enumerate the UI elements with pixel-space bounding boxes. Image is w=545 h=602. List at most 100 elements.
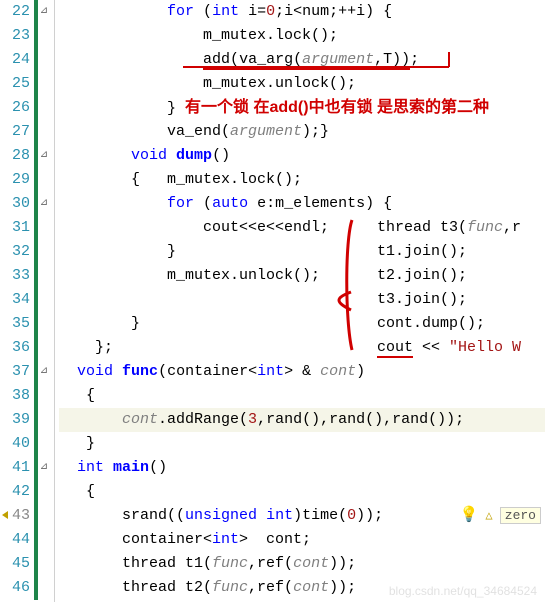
fold-marker	[34, 216, 50, 240]
code-line[interactable]: cout<<e<<endl; thread t3(func,r	[59, 216, 545, 240]
code-line[interactable]: m_mutex.lock();	[59, 24, 545, 48]
fold-marker[interactable]: ⊿	[34, 192, 50, 216]
code-line[interactable]: for (int i=0;i<num;++i) {	[59, 0, 545, 24]
gutter-row: 40	[0, 432, 50, 456]
gutter-row: 38	[0, 384, 50, 408]
line-number: 39	[0, 408, 34, 432]
code-line[interactable]: int main()	[59, 456, 545, 480]
fold-marker	[34, 168, 50, 192]
gutter-row: 37⊿	[0, 360, 50, 384]
line-number: 42	[0, 480, 34, 504]
code-line[interactable]: {	[59, 480, 545, 504]
fold-marker	[34, 552, 50, 576]
fold-marker	[34, 288, 50, 312]
code-line[interactable]: m_mutex.unlock();	[59, 72, 545, 96]
gutter-row: 44	[0, 528, 50, 552]
gutter-row: 33	[0, 264, 50, 288]
gutter-row: 34	[0, 288, 50, 312]
line-number: 38	[0, 384, 34, 408]
fold-marker	[34, 312, 50, 336]
gutter-row: 42	[0, 480, 50, 504]
fold-marker	[34, 24, 50, 48]
code-line[interactable]: }; cout << "Hello W	[59, 336, 545, 360]
code-editor: 22⊿232425262728⊿2930⊿31323334353637⊿3839…	[0, 0, 545, 602]
overlay-snippet: t3.join();	[359, 288, 467, 312]
code-line[interactable]: thread t1(func,ref(cont));	[59, 552, 545, 576]
fold-marker	[34, 96, 50, 120]
fold-marker[interactable]: ⊿	[34, 360, 50, 384]
gutter-row: 36	[0, 336, 50, 360]
fold-marker	[34, 528, 50, 552]
gutter-row: 41⊿	[0, 456, 50, 480]
fold-marker	[34, 120, 50, 144]
code-line[interactable]: }	[59, 432, 545, 456]
line-number: 22	[0, 0, 34, 24]
warning-text: zero	[500, 507, 541, 524]
code-line[interactable]: add(va_arg(argument,T));	[59, 48, 545, 72]
line-number: 46	[0, 576, 34, 600]
fold-marker	[34, 480, 50, 504]
fold-marker[interactable]: ⊿	[34, 144, 50, 168]
code-line[interactable]: void func(container<int> & cont)	[59, 360, 545, 384]
line-number: 34	[0, 288, 34, 312]
code-line[interactable]: } 有一个锁 在add()中也有锁 是思索的第二种	[59, 96, 545, 120]
line-number: 36	[0, 336, 34, 360]
gutter-row: 32	[0, 240, 50, 264]
warning-widget[interactable]: 💡 △ zero	[459, 504, 541, 528]
fold-marker	[34, 576, 50, 600]
line-number: 26	[0, 96, 34, 120]
fold-marker	[34, 504, 50, 528]
gutter-row: 35	[0, 312, 50, 336]
gutter-row: 43	[0, 504, 50, 528]
line-number: 43	[0, 504, 34, 528]
overlay-snippet: thread t3(func,r	[359, 216, 521, 240]
lightbulb-icon[interactable]: 💡	[459, 507, 478, 524]
code-line[interactable]: container<int> cont;	[59, 528, 545, 552]
gutter-row: 25	[0, 72, 50, 96]
warning-triangle-icon: △	[478, 509, 500, 523]
gutter-row: 30⊿	[0, 192, 50, 216]
line-number: 45	[0, 552, 34, 576]
overlay-snippet: t1.join();	[359, 240, 467, 264]
code-line[interactable]: t3.join();	[59, 288, 545, 312]
fold-marker[interactable]: ⊿	[34, 0, 50, 24]
watermark: blog.csdn.net/qq_34684524	[389, 584, 537, 598]
line-number: 23	[0, 24, 34, 48]
line-number: 29	[0, 168, 34, 192]
line-number: 24	[0, 48, 34, 72]
code-line[interactable]: srand((unsigned int)time(0));💡 △ zero	[59, 504, 545, 528]
overlay-snippet: cout << "Hello W	[359, 336, 521, 360]
line-number: 32	[0, 240, 34, 264]
line-number: 31	[0, 216, 34, 240]
fold-marker	[34, 240, 50, 264]
code-line[interactable]: { m_mutex.lock();	[59, 168, 545, 192]
code-line[interactable]: } t1.join();	[59, 240, 545, 264]
fold-marker[interactable]: ⊿	[34, 456, 50, 480]
gutter-row: 23	[0, 24, 50, 48]
red-annotation: 有一个锁 在add()中也有锁 是思索的第二种	[185, 99, 489, 116]
line-number: 44	[0, 528, 34, 552]
line-number: 33	[0, 264, 34, 288]
fold-marker	[34, 384, 50, 408]
code-line[interactable]: {	[59, 384, 545, 408]
line-number: 40	[0, 432, 34, 456]
fold-marker	[34, 432, 50, 456]
code-line[interactable]: va_end(argument);}	[59, 120, 545, 144]
gutter: 22⊿232425262728⊿2930⊿31323334353637⊿3839…	[0, 0, 55, 602]
code-line[interactable]: m_mutex.unlock(); t2.join();	[59, 264, 545, 288]
code-line[interactable]: cont.addRange(3,rand(),rand(),rand());	[59, 408, 545, 432]
line-number: 28	[0, 144, 34, 168]
code-area[interactable]: for (int i=0;i<num;++i) { m_mutex.lock()…	[55, 0, 545, 602]
gutter-row: 31	[0, 216, 50, 240]
gutter-row: 29	[0, 168, 50, 192]
fold-marker	[34, 336, 50, 360]
code-line[interactable]: void dump()	[59, 144, 545, 168]
code-line[interactable]: for (auto e:m_elements) {	[59, 192, 545, 216]
line-number: 27	[0, 120, 34, 144]
code-line[interactable]: } cont.dump();	[59, 312, 545, 336]
gutter-row: 28⊿	[0, 144, 50, 168]
overlay-snippet: t2.join();	[359, 264, 467, 288]
gutter-row: 46	[0, 576, 50, 600]
fold-marker	[34, 264, 50, 288]
gutter-row: 45	[0, 552, 50, 576]
